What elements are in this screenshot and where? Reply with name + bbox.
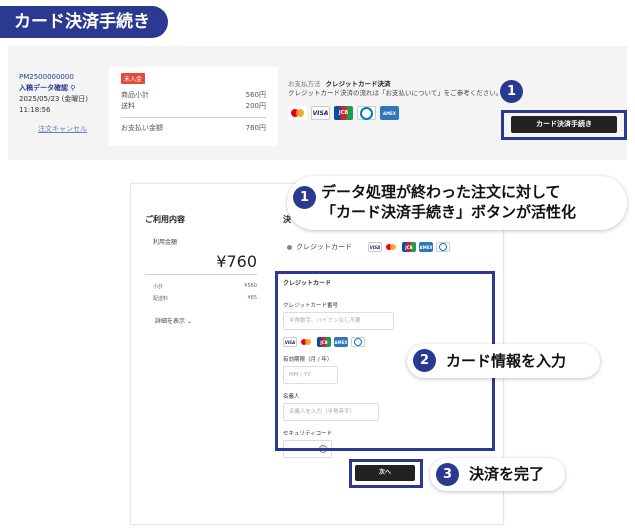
credit-card-radio-row[interactable]: クレジットカード VISA JCB AMEX (287, 242, 450, 252)
show-details-label[interactable]: 詳細を表示 (155, 318, 185, 325)
payment-note: クレジットカード決済の流れは「お支払いについて」をご参考ください。 (288, 89, 503, 97)
order-date: 2025/05/23 (金曜日) (19, 95, 89, 103)
step2-text: カード情報を入力 (446, 352, 567, 370)
total-label: お支払い金額 (121, 124, 163, 132)
next-button[interactable]: 次へ (355, 465, 415, 481)
usage-section: ご利用内容 利用金額 ¥760 小計 ¥560 配送料 ¥65 詳細を表示 ⌄ (145, 214, 257, 325)
chevron-down-icon: ⌄ (186, 318, 192, 325)
step2-badge: 2 (413, 349, 436, 372)
amount-label: 利用金額 (153, 239, 178, 246)
order-panel: PM2500000000 入稿データ確認 ⚲ 2025/05/23 (金曜日) … (8, 46, 627, 160)
total-row: お支払い金額 760円 (121, 123, 266, 134)
visa-icon: VISA (311, 106, 330, 120)
subtotal-label: 商品小計 (121, 91, 149, 99)
amount-value: ¥760 (145, 252, 257, 275)
divider (121, 117, 266, 118)
search-icon: ⚲ (70, 84, 76, 92)
mastercard-icon (288, 106, 307, 120)
step1-callout-badge: 1 (293, 186, 316, 209)
small-subtotal-value: ¥560 (244, 283, 257, 289)
step1-badge: 1 (500, 80, 523, 103)
mastercard-icon (385, 242, 399, 252)
total-value: 760円 (245, 124, 266, 132)
shipping-label: 送料 (121, 102, 135, 110)
step3-text: 決済を完了 (469, 465, 545, 483)
payment-method-label: お支払方法 (288, 80, 321, 88)
page-title: カード決済手続き (0, 6, 168, 38)
status-badge: 未入金 (121, 73, 146, 84)
data-check-label[interactable]: 入稿データ確認 (19, 84, 68, 92)
order-time: 11:18:56 (19, 106, 51, 114)
amex-icon: AMEX (419, 242, 433, 252)
step1-callout: 1 データ処理が終わった注文に対して 「カード決済手続き」ボタンが活性化 (287, 176, 627, 230)
step3-badge: 3 (436, 463, 459, 486)
credit-card-radio-label[interactable]: クレジットカード (296, 242, 352, 252)
payment-method-value: クレジットカード決済 (325, 80, 391, 88)
data-check-link[interactable]: 入稿データ確認 ⚲ (19, 83, 99, 94)
cancel-order-link[interactable]: 注文キャンセル (19, 124, 99, 135)
show-details-toggle[interactable]: 詳細を表示 ⌄ (145, 316, 257, 325)
small-shipping-value: ¥65 (247, 295, 257, 301)
card-payment-button[interactable]: カード決済手続き (511, 116, 617, 133)
shipping-row: 送料 200円 (121, 101, 266, 112)
radio-card-brands: VISA JCB AMEX (368, 242, 450, 252)
visa-icon: VISA (368, 242, 382, 252)
price-summary: 未入金 商品小計 560円 送料 200円 お支払い金額 760円 (109, 67, 278, 146)
order-info: PM2500000000 入稿データ確認 ⚲ 2025/05/23 (金曜日) … (19, 72, 99, 135)
step1-line2: 「カード決済手続き」ボタンが活性化 (321, 203, 577, 221)
subtotal-row: 商品小計 560円 (121, 90, 266, 101)
usage-title: ご利用内容 (145, 215, 185, 224)
small-shipping-label: 配送料 (153, 296, 169, 302)
diners-icon (357, 106, 376, 120)
payment-method: お支払方法 クレジットカード決済 クレジットカード決済の流れは「お支払いについて」… (288, 80, 504, 120)
diners-icon (436, 242, 450, 252)
radio-icon[interactable] (287, 244, 292, 250)
step3-callout: 3 決済を完了 (430, 458, 565, 491)
small-subtotal-row: 小計 ¥560 (145, 283, 257, 290)
card-brands: VISA JCB AMEX (288, 106, 504, 120)
jcb-icon: JCB (402, 242, 416, 252)
step1-line1: データ処理が終わった注文に対して (321, 183, 561, 201)
amex-icon: AMEX (380, 106, 399, 120)
jcb-icon: JCB (334, 106, 353, 120)
small-shipping-row: 配送料 ¥65 (145, 295, 257, 302)
order-id: PM2500000000 (19, 73, 74, 81)
subtotal-value: 560円 (245, 91, 266, 99)
step2-callout: 2 カード情報を入力 (407, 344, 600, 378)
shipping-value: 200円 (245, 102, 266, 110)
small-subtotal-label: 小計 (153, 284, 164, 290)
